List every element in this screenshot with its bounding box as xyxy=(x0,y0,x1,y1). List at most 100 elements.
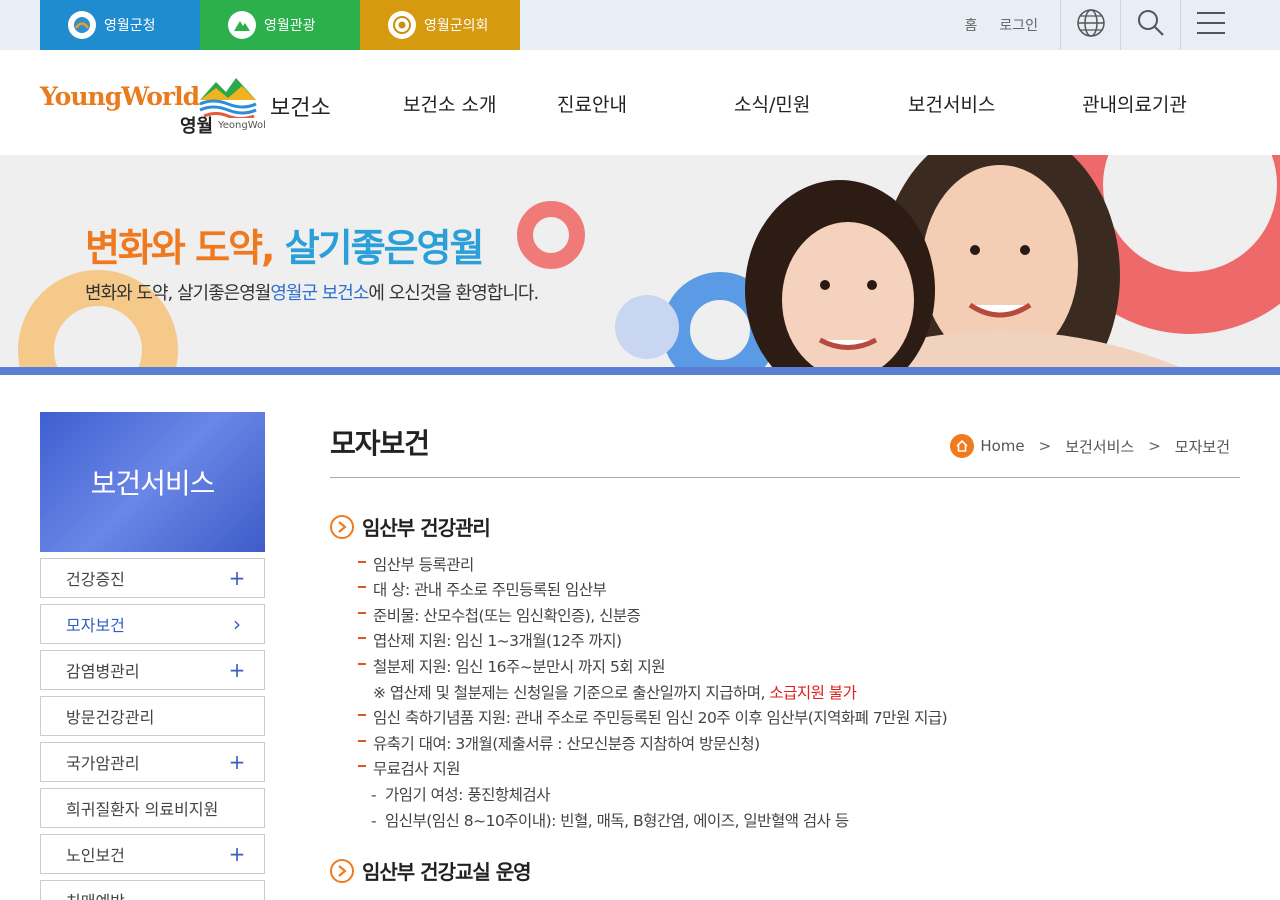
all-menu-button[interactable] xyxy=(1180,0,1280,50)
county-emblem-icon xyxy=(68,11,96,39)
top-bar: 영월군청 영월관광 영월군의회 홈 로그인 xyxy=(0,0,1280,50)
banner-divider xyxy=(0,367,1280,375)
sidebar-item-label: 방문건강관리 xyxy=(66,708,155,727)
site-tab-tourism[interactable]: 영월관광 xyxy=(200,0,360,50)
banner-sub-part2: 에 오신것을 환영합니다. xyxy=(368,283,539,304)
list-item: 대 상: 관내 주소로 주민등록된 임산부 xyxy=(358,578,607,600)
banner-title-part2: 살기좋은영월 xyxy=(284,226,485,270)
mountain-icon xyxy=(228,11,256,39)
list-item: 유축기 대여: 3개월(제출서류 : 산모신분증 지참하여 방문신청) xyxy=(358,732,760,754)
sidebar-item-label: 국가암관리 xyxy=(66,754,140,773)
gnb-item-medical-institutions[interactable]: 관내의료기관 xyxy=(1082,90,1187,117)
logo-wordmark: YoungWorld xyxy=(40,82,200,111)
sub-list-item-text: 가임기 여성: 풍진항체검사 xyxy=(384,786,550,804)
login-link[interactable]: 로그인 xyxy=(999,15,1038,35)
bullet-dash xyxy=(358,713,366,716)
section-heading-text: 임산부 건강교실 운영 xyxy=(362,860,532,884)
gnb-item-about[interactable]: 보건소 소개 xyxy=(403,90,496,117)
sidebar-item-infectious-disease[interactable]: 감염병관리 + xyxy=(40,650,265,690)
sidebar-item-home-visit[interactable]: 방문건강관리 xyxy=(40,696,265,736)
breadcrumb-home[interactable]: Home xyxy=(980,437,1024,455)
sidebar-item-dementia[interactable]: 치매예방 xyxy=(40,880,265,900)
list-item-text: 대 상: 관내 주소로 주민등록된 임산부 xyxy=(373,581,607,599)
page-title: 모자보건 xyxy=(330,427,430,460)
expand-icon: + xyxy=(228,566,246,590)
site-tab-county-office[interactable]: 영월군청 xyxy=(40,0,200,50)
list-item: 철분제 지원: 임신 16주~분만시 까지 5회 지원 xyxy=(358,655,666,677)
banner-title-part1: 변화와 도약, xyxy=(85,226,285,270)
gnb-item-news[interactable]: 소식/민원 xyxy=(734,90,810,117)
list-item-text: 무료검사 지원 xyxy=(373,760,461,778)
bullet-dash xyxy=(358,585,366,588)
bullet-dash xyxy=(358,611,366,614)
banner-title: 변화와 도약, 살기좋은영월 xyxy=(85,217,485,272)
breadcrumb-separator: > xyxy=(1038,437,1052,455)
globe-icon xyxy=(1076,8,1106,42)
bullet-dash xyxy=(358,739,366,742)
sidebar-item-maternal-child-health[interactable]: 모자보건 › xyxy=(40,604,265,644)
site-tab-label: 영월군청 xyxy=(104,18,156,34)
sub-list-item: - 임신부(임신 8~10주이내): 빈혈, 매독, B형간염, 에이즈, 일반… xyxy=(371,812,849,830)
list-item-text: 철분제 지원: 임신 16주~분만시 까지 5회 지원 xyxy=(373,658,666,676)
site-tab-label: 영월군의회 xyxy=(424,18,489,34)
list-item: 엽산제 지원: 임신 1~3개월(12주 까지) xyxy=(358,629,622,651)
chevron-circle-icon xyxy=(330,858,354,883)
site-tab-label: 영월관광 xyxy=(264,18,316,34)
sidebar-item-health-promotion[interactable]: 건강증진 + xyxy=(40,558,265,598)
breadcrumb-current: 모자보건 xyxy=(1174,437,1230,456)
sub-list-item-text: 임신부(임신 8~10주이내): 빈혈, 매독, B형간염, 에이즈, 일반혈액… xyxy=(384,812,849,830)
sidebar-item-label: 감염병관리 xyxy=(66,662,140,681)
search-icon xyxy=(1137,9,1165,41)
breadcrumb: Home > 보건서비스 > 모자보건 xyxy=(950,434,1230,458)
list-item-text: 준비물: 산모수첩(또는 임신확인증), 신분증 xyxy=(373,607,641,625)
search-button[interactable] xyxy=(1120,0,1180,50)
breadcrumb-services[interactable]: 보건서비스 xyxy=(1065,436,1134,457)
main-banner: 변화와 도약, 살기좋은영월 변화와 도약, 살기좋은영월영월군 보건소에 오신… xyxy=(0,155,1280,367)
logo-korean: 영월 xyxy=(180,116,214,137)
list-item-text: 유축기 대여: 3개월(제출서류 : 산모신분증 지참하여 방문신청) xyxy=(373,735,760,753)
site-header: YoungWorld 영월 YeongWol 보건소 보건소 소개 진료안내 소… xyxy=(0,50,1280,155)
sidebar-item-elderly-health[interactable]: 노인보건 + xyxy=(40,834,265,874)
logo-roman: YeongWol xyxy=(218,120,266,131)
section-heading-text: 임산부 건강관리 xyxy=(362,516,491,540)
banner-subtitle: 변화와 도약, 살기좋은영월영월군 보건소에 오신것을 환영합니다. xyxy=(85,279,539,305)
department-name: 보건소 xyxy=(270,96,331,121)
banner-sub-highlight: 영월군 보건소 xyxy=(270,283,369,304)
expand-icon: + xyxy=(228,658,246,682)
expand-icon: + xyxy=(228,750,246,774)
list-item-text: 임산부 등록관리 xyxy=(373,556,474,574)
list-item: 임신 축하기념품 지원: 관내 주소로 주민등록된 임신 20주 이후 임산부(… xyxy=(358,706,948,728)
section-heading-prenatal-class: 임산부 건강교실 운영 xyxy=(330,856,532,885)
bullet-dash xyxy=(358,662,366,665)
sidebar-item-label: 치매예방 xyxy=(66,888,125,900)
section-heading-prenatal-care: 임산부 건강관리 xyxy=(330,512,491,541)
list-item: 준비물: 산모수첩(또는 임신확인증), 신분증 xyxy=(358,604,641,626)
note-text: ※ 엽산제 및 철분제는 신청일을 기준으로 출산일까지 지급하며, xyxy=(373,684,770,702)
site-tab-council[interactable]: 영월군의회 xyxy=(360,0,520,50)
home-icon[interactable] xyxy=(950,434,975,458)
language-button[interactable] xyxy=(1060,0,1120,50)
breadcrumb-separator: > xyxy=(1148,437,1161,455)
sidebar-item-label: 노인보건 xyxy=(66,846,125,865)
chevron-circle-icon xyxy=(330,514,354,539)
expand-icon: + xyxy=(228,842,246,866)
site-logo[interactable]: YoungWorld 영월 YeongWol 보건소 xyxy=(40,74,340,137)
list-item: 무료검사 지원 xyxy=(358,757,461,779)
sidebar-title: 보건서비스 xyxy=(40,412,265,552)
list-item: 임산부 등록관리 xyxy=(358,553,474,575)
home-link[interactable]: 홈 xyxy=(964,15,977,35)
sidebar-item-label: 건강증진 xyxy=(66,570,125,589)
gnb-item-clinic[interactable]: 진료안내 xyxy=(557,90,627,117)
chevron-right-icon: › xyxy=(233,612,241,636)
sidebar-item-cancer[interactable]: 국가암관리 + xyxy=(40,742,265,782)
gnb-item-services[interactable]: 보건서비스 xyxy=(908,90,995,117)
title-divider xyxy=(330,477,1240,478)
top-utility-links: 홈 로그인 xyxy=(964,0,1280,50)
banner-sub-part1: 변화와 도약, 살기좋은영월 xyxy=(85,283,271,304)
menu-icon xyxy=(1196,11,1226,39)
bullet-dash xyxy=(358,764,366,767)
list-item-text: 엽산제 지원: 임신 1~3개월(12주 까지) xyxy=(373,632,622,650)
sidebar-item-rare-disease[interactable]: 희귀질환자 의료비지원 xyxy=(40,788,265,828)
supplement-note: ※ 엽산제 및 철분제는 신청일을 기준으로 출산일까지 지급하며, 소급지원 … xyxy=(373,681,857,703)
sub-list-item: - 가임기 여성: 풍진항체검사 xyxy=(371,786,550,804)
